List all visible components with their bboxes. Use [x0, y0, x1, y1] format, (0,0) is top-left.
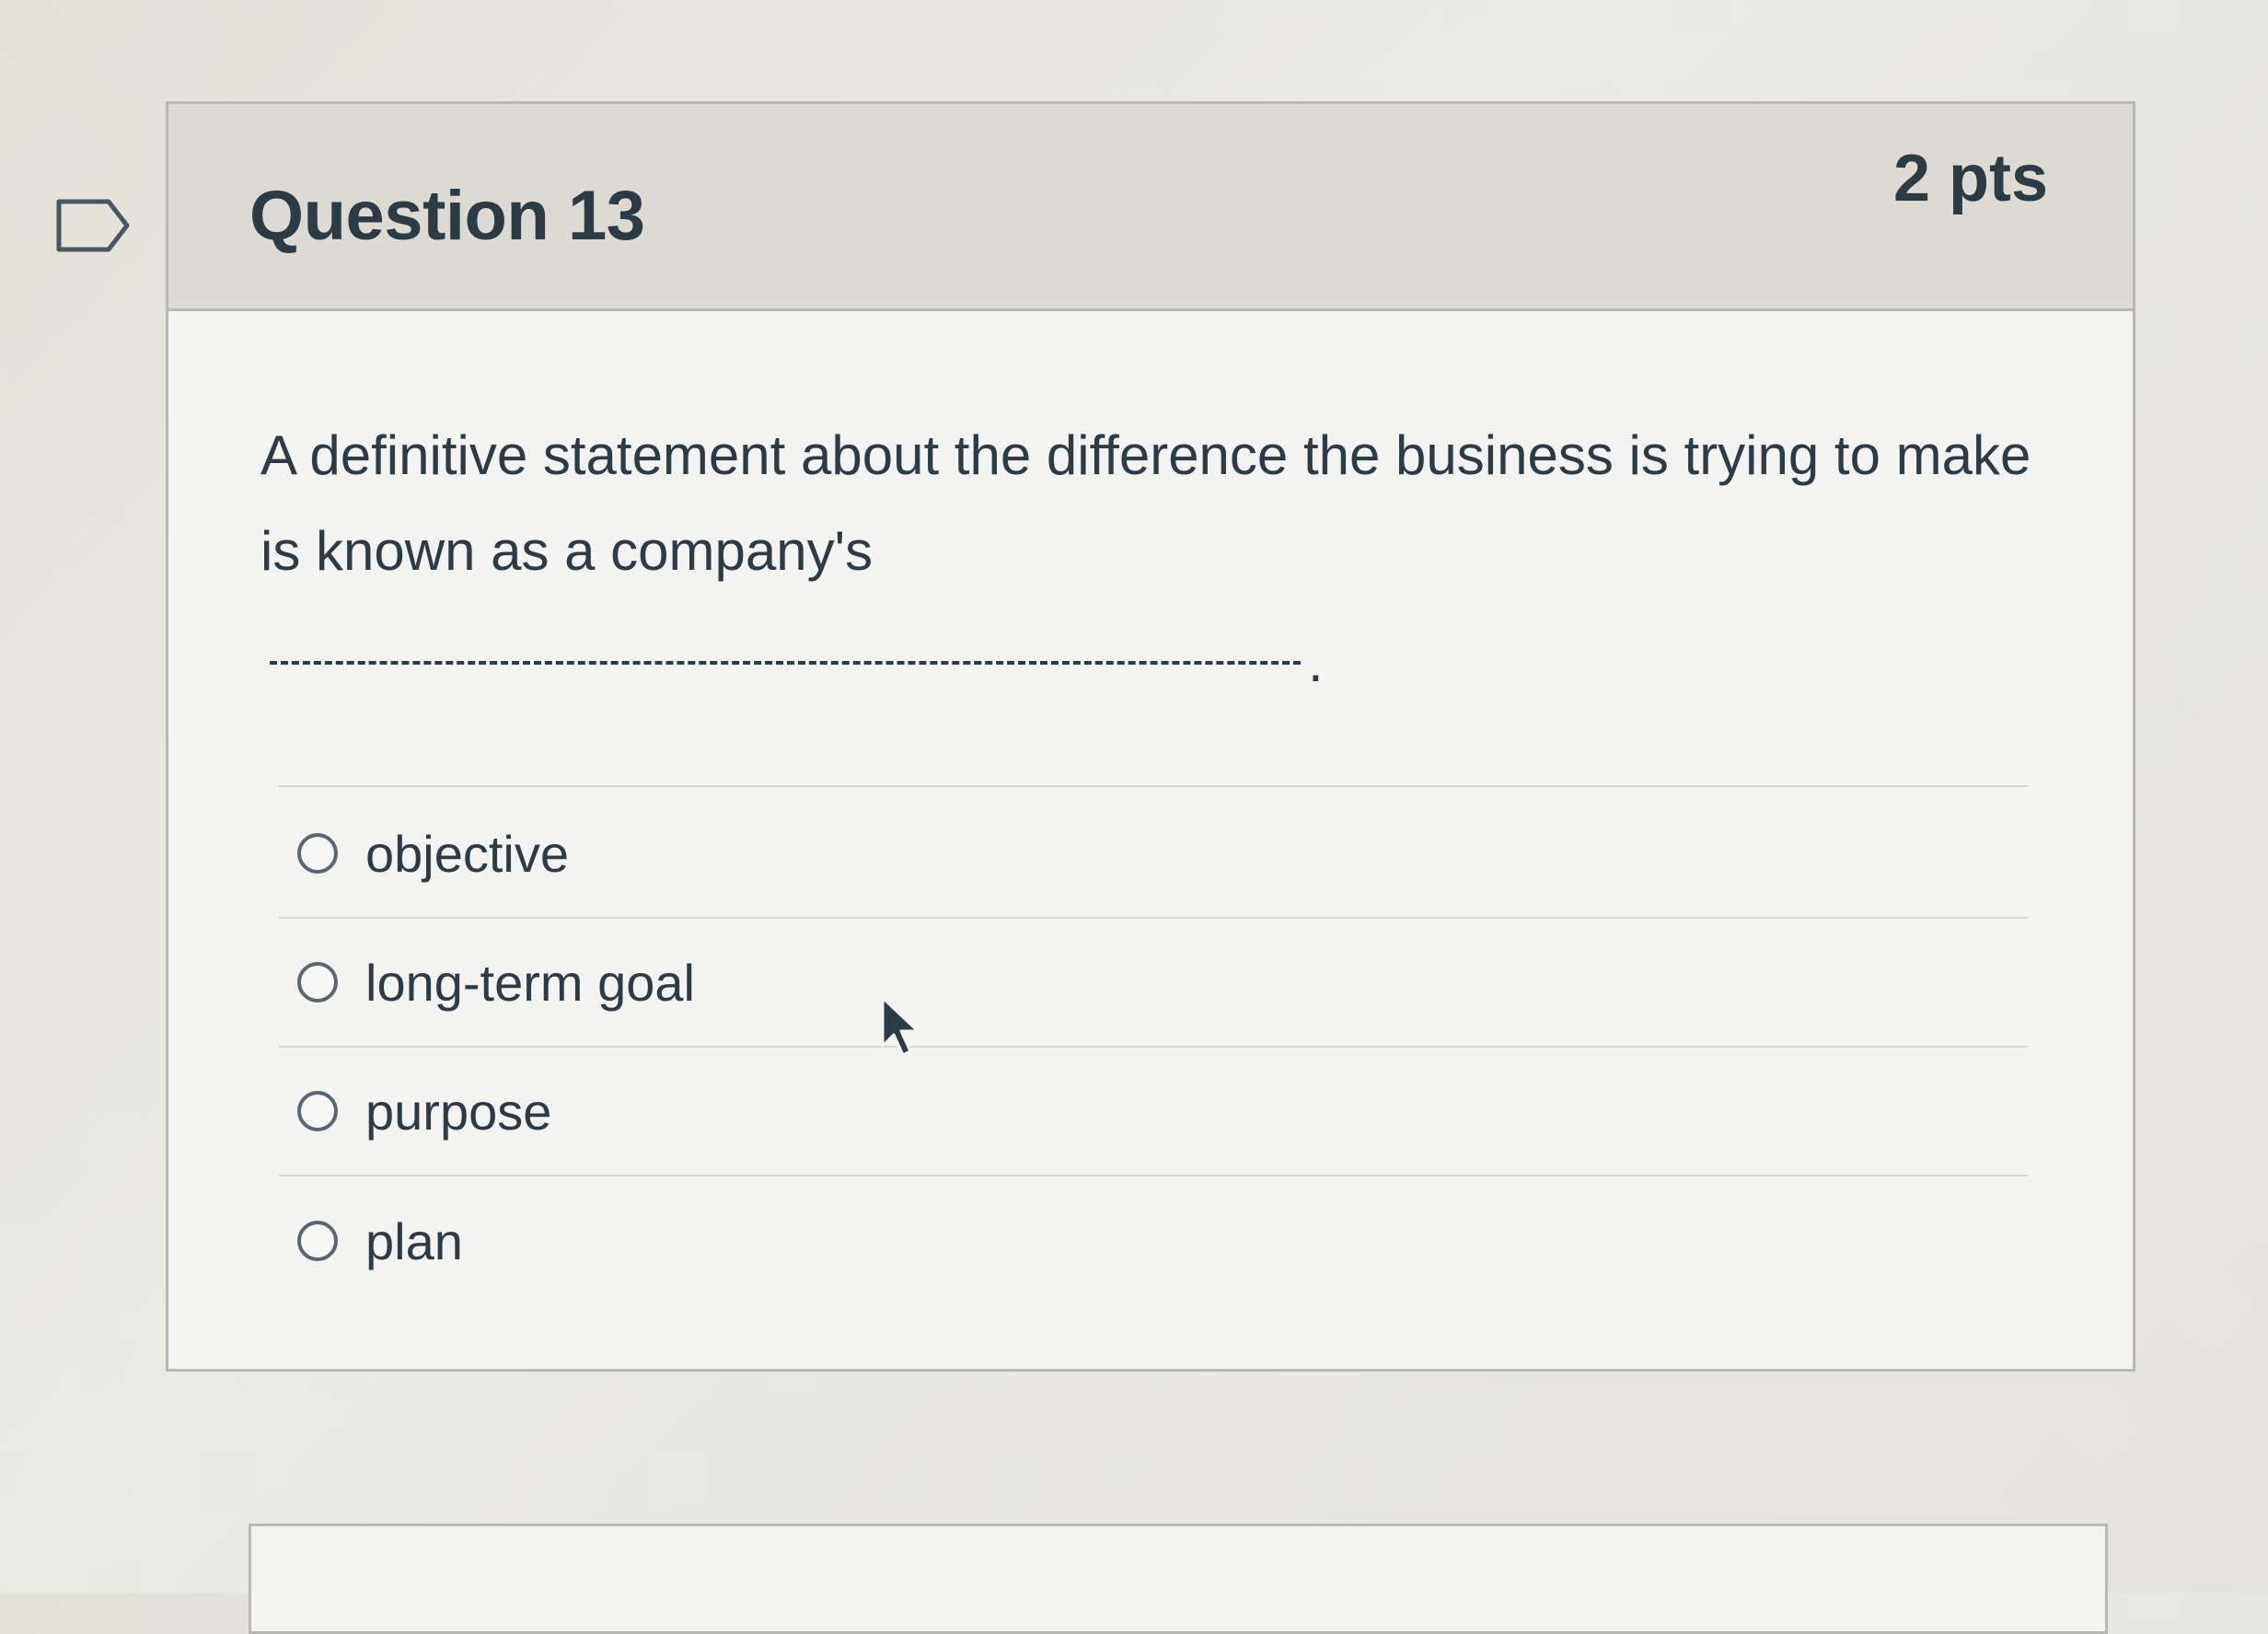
answers-divider — [279, 785, 2028, 787]
answer-label: objective — [365, 824, 570, 883]
answer-label: purpose — [365, 1082, 552, 1141]
question-text: A definitive statement about the differe… — [260, 424, 2031, 582]
flag-question-icon[interactable] — [55, 198, 131, 253]
radio-button[interactable] — [297, 962, 338, 1002]
radio-button[interactable] — [297, 833, 338, 874]
question-card: Question 13 2 pts A definitive statement… — [166, 101, 2135, 1372]
answer-label: long-term goal — [365, 953, 695, 1012]
next-question-card — [249, 1524, 2108, 1634]
answer-option-purpose[interactable]: purpose — [279, 1048, 2028, 1176]
radio-button[interactable] — [297, 1091, 338, 1131]
answer-option-long-term-goal[interactable]: long-term goal — [279, 919, 2028, 1048]
question-title: Question 13 — [249, 177, 645, 255]
mouse-cursor-icon — [881, 996, 920, 1057]
answer-option-objective[interactable]: objective — [279, 790, 2028, 919]
fill-in-blank-line — [270, 661, 1301, 665]
radio-button[interactable] — [297, 1221, 338, 1261]
question-points: 2 pts — [1892, 142, 2048, 215]
answer-list: objective long-term goal purpose plan — [279, 790, 2028, 1305]
answer-option-plan[interactable]: plan — [279, 1176, 2028, 1305]
question-header: Question 13 2 pts — [168, 104, 2133, 311]
blank-period: . — [1308, 632, 1324, 693]
answer-label: plan — [365, 1211, 463, 1270]
